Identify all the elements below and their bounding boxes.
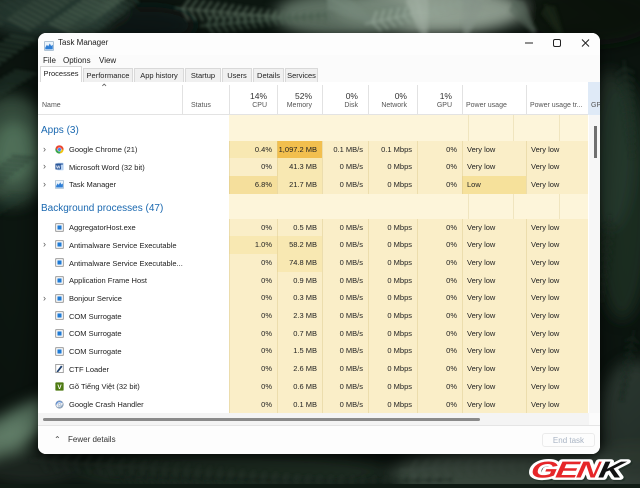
svg-text:W: W xyxy=(56,165,61,170)
svg-text:V: V xyxy=(57,384,62,391)
svg-text:GENK: GENK xyxy=(529,457,629,483)
